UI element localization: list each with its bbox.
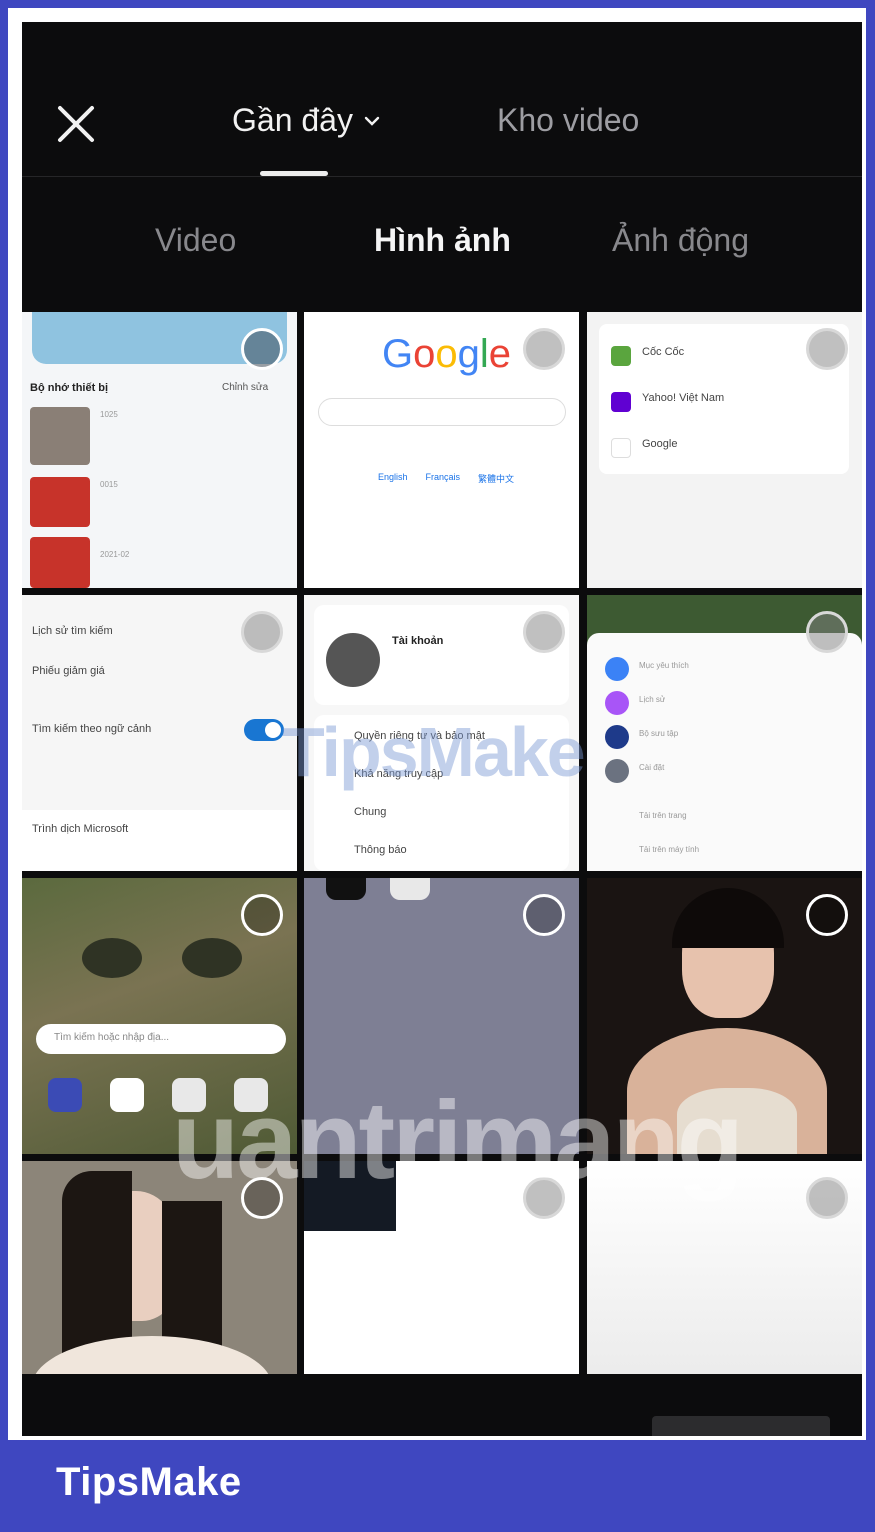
bottom-handle: [652, 1416, 830, 1436]
thumb-text: Google: [642, 438, 678, 450]
select-circle[interactable]: [806, 611, 848, 653]
media-type-tabs: Video Hình ảnh Ảnh động: [22, 222, 862, 282]
bottom-bar: [22, 1374, 862, 1436]
tab-video-library[interactable]: Kho video: [497, 102, 639, 139]
thumb-text: Yahoo! Việt Nam: [642, 392, 725, 404]
language-links: English Français 繁體中文: [378, 472, 514, 485]
thumb-text: Bộ nhớ thiết bị: [30, 382, 109, 394]
select-circle[interactable]: [241, 611, 283, 653]
tab-recent[interactable]: Gần đây: [232, 102, 381, 139]
phone-screen: Gần đây Kho video Video Hình ảnh Ảnh độn…: [22, 22, 862, 1436]
thumb-text: Tài khoản: [392, 635, 444, 647]
subtab-video[interactable]: Video: [155, 222, 236, 259]
media-thumbnail-4[interactable]: Lịch sử tìm kiếm Phiếu giảm giá Tìm kiếm…: [22, 595, 297, 871]
thumb-text: English: [378, 472, 408, 482]
select-circle[interactable]: [241, 894, 283, 936]
select-circle[interactable]: [806, 328, 848, 370]
chevron-down-icon: [364, 116, 380, 126]
media-thumbnail-2[interactable]: Google English Français 繁體中文: [304, 312, 579, 588]
thumb-text: Chỉnh sửa: [222, 382, 269, 393]
thumb-text: Tải trên máy tính: [639, 845, 700, 854]
media-thumbnail-1[interactable]: Bộ nhớ thiết bị Chỉnh sửa 1025 0015 2021…: [22, 312, 297, 588]
close-icon[interactable]: [56, 104, 96, 144]
tipsmake-watermark: TipsMake: [282, 713, 586, 791]
thumb-text: Lịch sử: [639, 695, 666, 704]
brand-logo-text: TipsMake: [56, 1460, 242, 1504]
thumb-text: Tải trên trang: [639, 811, 687, 820]
thumb-text: Cài đặt: [639, 763, 665, 772]
thumb-text: Lịch sử tìm kiếm: [32, 625, 113, 637]
thumb-text: Trình dịch Microsoft: [32, 823, 129, 835]
thumb-text: Phiếu giảm giá: [32, 665, 105, 677]
google-logo: Google: [382, 332, 512, 376]
thumb-text: Chung: [354, 806, 387, 818]
thumb-text: Thông báo: [354, 844, 407, 856]
top-bar: Gần đây Kho video: [22, 22, 862, 177]
subtab-gifs[interactable]: Ảnh động: [612, 222, 749, 259]
thumb-text: 1025: [100, 410, 118, 419]
subtab-images[interactable]: Hình ảnh: [374, 222, 511, 259]
thumb-text: 0015: [100, 480, 118, 489]
select-circle[interactable]: [241, 328, 283, 370]
thumb-text: Mục yêu thích: [639, 661, 689, 670]
thumb-text: 2021-02: [100, 550, 130, 559]
thumb-text: 繁體中文: [478, 474, 515, 484]
media-thumbnail-3[interactable]: Cốc Cốc Yahoo! Việt Nam Google: [587, 312, 862, 588]
thumb-text: Français: [425, 472, 461, 482]
tab-recent-label: Gần đây: [232, 102, 353, 138]
select-circle[interactable]: [523, 328, 565, 370]
thumb-text: Tìm kiếm theo ngữ cảnh: [32, 723, 152, 735]
select-circle[interactable]: [523, 894, 565, 936]
thumb-text: Bộ sưu tập: [639, 729, 679, 738]
select-circle[interactable]: [806, 894, 848, 936]
toggle-switch: [244, 719, 284, 741]
thumb-text: Tìm kiếm hoặc nhập địa...: [54, 1032, 170, 1043]
thumb-text: Cốc Cốc: [642, 346, 685, 358]
media-thumbnail-6[interactable]: Mục yêu thích Lịch sử Bộ sưu tập Cài đặt…: [587, 595, 862, 871]
quantrimang-watermark: uantrimang: [172, 1079, 744, 1202]
select-circle[interactable]: [523, 611, 565, 653]
tab-active-indicator: [260, 171, 328, 176]
select-circle[interactable]: [806, 1177, 848, 1219]
